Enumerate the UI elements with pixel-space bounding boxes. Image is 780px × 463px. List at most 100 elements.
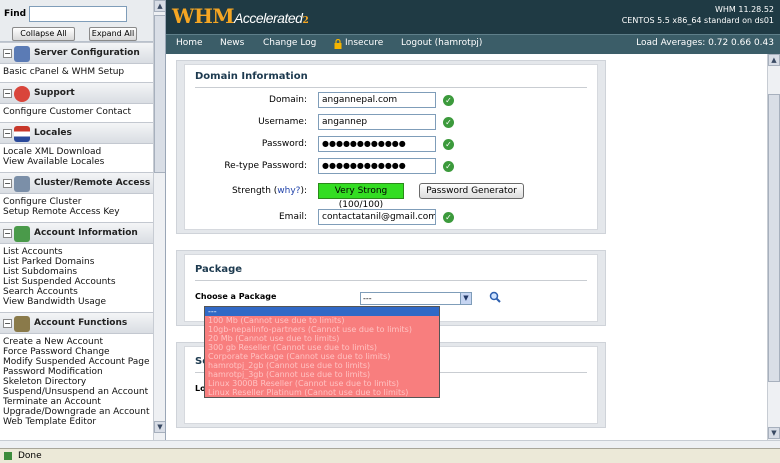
- sidebar-link[interactable]: List Subdomains: [3, 267, 165, 277]
- username-field[interactable]: angannep: [318, 114, 436, 130]
- section-header-account-information[interactable]: − Account Information: [0, 222, 165, 244]
- dropdown-option[interactable]: Linux Reseller Platinum (Cannot use due …: [205, 388, 439, 397]
- sidebar-scrollbar[interactable]: ▲ ▼: [153, 0, 165, 440]
- dropdown-option[interactable]: 300 gb Reseller (Cannot use due to limit…: [205, 343, 439, 352]
- scroll-up-icon[interactable]: ▲: [768, 54, 780, 66]
- nav-insecure[interactable]: Insecure: [345, 38, 383, 48]
- why-link[interactable]: why?: [277, 186, 300, 196]
- domain-label: Domain:: [269, 95, 307, 105]
- strength-text-end: ):: [300, 186, 307, 196]
- horizontal-scrollbar[interactable]: [0, 440, 780, 448]
- dropdown-option[interactable]: 100 Mb (Cannot use due to limits): [205, 316, 439, 325]
- sidebar-link[interactable]: Locale XML Download: [3, 147, 165, 157]
- magnifier-icon[interactable]: [489, 291, 501, 303]
- scroll-down-icon[interactable]: ▼: [768, 427, 780, 439]
- whm-logo[interactable]: WHMAccelerated2: [172, 4, 309, 28]
- section-header-server-configuration[interactable]: − Server Configuration: [0, 42, 165, 64]
- dropdown-option[interactable]: hamrotpj_2gb (Cannot use due to limits): [205, 361, 439, 370]
- find-bar: Find Collapse All Expand All: [0, 0, 165, 42]
- dropdown-option[interactable]: hamrotpj_3gb (Cannot use due to limits): [205, 370, 439, 379]
- password-field[interactable]: ●●●●●●●●●●●●: [318, 136, 436, 152]
- strength-text: Strength (: [231, 186, 278, 196]
- collapse-all-button[interactable]: Collapse All: [12, 27, 75, 41]
- retype-password-field[interactable]: ●●●●●●●●●●●●: [318, 158, 436, 174]
- sidebar-link[interactable]: List Parked Domains: [3, 257, 165, 267]
- main-scrollbar[interactable]: ▲ ▼: [767, 54, 780, 440]
- sidebar-link[interactable]: Skeleton Directory: [3, 377, 165, 387]
- nav-bar: Home News Change Log Insecure Logout (ha…: [166, 34, 780, 54]
- header: WHMAccelerated2 WHM 11.28.52 CENTOS 5.5 …: [166, 0, 780, 34]
- password-generator-button[interactable]: Password Generator: [419, 183, 524, 199]
- section-links: Create a New Account Force Password Chan…: [0, 334, 165, 432]
- nav-news[interactable]: News: [220, 38, 244, 48]
- account-info-icon: [14, 226, 30, 242]
- sidebar-link[interactable]: Suspend/Unsuspend an Account: [3, 387, 165, 397]
- page-done-icon: [4, 452, 12, 460]
- sidebar-link[interactable]: Basic cPanel & WHM Setup: [3, 67, 165, 77]
- strength-label: Strength (why?):: [197, 186, 307, 196]
- scroll-thumb[interactable]: [154, 15, 165, 173]
- username-label: Username:: [258, 117, 307, 127]
- scroll-down-icon[interactable]: ▼: [154, 421, 165, 433]
- sidebar-link[interactable]: Web Template Editor: [3, 417, 165, 427]
- sidebar-link[interactable]: Setup Remote Access Key: [3, 207, 165, 217]
- find-input[interactable]: [29, 6, 127, 22]
- section-links: Basic cPanel & WHM Setup: [0, 64, 165, 82]
- sidebar-link[interactable]: Password Modification: [3, 367, 165, 377]
- dropdown-option[interactable]: 10gb-nepalinfo-partners (Cannot use due …: [205, 325, 439, 334]
- locales-icon: [14, 126, 30, 142]
- sidebar-link[interactable]: Search Accounts: [3, 287, 165, 297]
- sidebar-link[interactable]: List Suspended Accounts: [3, 277, 165, 287]
- sidebar-link[interactable]: Force Password Change: [3, 347, 165, 357]
- section-header-cluster[interactable]: − Cluster/Remote Access: [0, 172, 165, 194]
- sidebar-link[interactable]: View Available Locales: [3, 157, 165, 167]
- section-links: Locale XML Download View Available Local…: [0, 144, 165, 172]
- sidebar-link[interactable]: Configure Customer Contact: [3, 107, 165, 117]
- collapse-icon[interactable]: −: [3, 319, 12, 328]
- divider: [195, 87, 587, 88]
- dropdown-option[interactable]: 20 Mb (Cannot use due to limits): [205, 334, 439, 343]
- cluster-icon: [14, 176, 30, 192]
- divider: [195, 280, 587, 281]
- scroll-thumb[interactable]: [768, 94, 780, 382]
- check-icon: ✓: [443, 161, 454, 172]
- sidebar-link[interactable]: List Accounts: [3, 247, 165, 257]
- section-header-locales[interactable]: − Locales: [0, 122, 165, 144]
- panel-title: Domain Information: [195, 71, 308, 82]
- sidebar-link[interactable]: View Bandwidth Usage: [3, 297, 165, 307]
- section-title: Account Functions: [34, 318, 128, 328]
- scroll-up-icon[interactable]: ▲: [154, 0, 165, 12]
- retype-password-label: Re-type Password:: [224, 161, 307, 171]
- dropdown-option[interactable]: ---: [205, 307, 439, 316]
- dropdown-option[interactable]: Corporate Package (Cannot use due to lim…: [205, 352, 439, 361]
- load-averages: Load Averages: 0.72 0.66 0.43: [636, 38, 774, 48]
- collapse-icon[interactable]: −: [3, 89, 12, 98]
- domain-field[interactable]: angannepal.com: [318, 92, 436, 108]
- sidebar-link[interactable]: Upgrade/Downgrade an Account: [3, 407, 165, 417]
- find-label: Find: [4, 9, 27, 19]
- collapse-icon[interactable]: −: [3, 229, 12, 238]
- dropdown-option[interactable]: Linux 3000B Reseller (Cannot use due to …: [205, 379, 439, 388]
- email-label: Email:: [278, 212, 307, 222]
- nav-logout[interactable]: Logout (hamrotpj): [401, 38, 482, 48]
- sidebar-link[interactable]: Create a New Account: [3, 337, 165, 347]
- server-config-icon: [14, 46, 30, 62]
- nav-changelog[interactable]: Change Log: [263, 38, 316, 48]
- status-text: Done: [18, 451, 42, 461]
- section-header-support[interactable]: − Support: [0, 82, 165, 104]
- nav-home[interactable]: Home: [176, 38, 203, 48]
- account-functions-icon: [14, 316, 30, 332]
- collapse-icon[interactable]: −: [3, 179, 12, 188]
- collapse-icon[interactable]: −: [3, 129, 12, 138]
- chevron-down-icon[interactable]: ▼: [460, 293, 471, 304]
- section-header-account-functions[interactable]: − Account Functions: [0, 312, 165, 334]
- package-dropdown-list[interactable]: --- 100 Mb (Cannot use due to limits) 10…: [204, 306, 440, 398]
- email-field[interactable]: contactatanil@gmail.com: [318, 209, 436, 225]
- section-title: Support: [34, 88, 75, 98]
- sidebar-link[interactable]: Modify Suspended Account Page: [3, 357, 165, 367]
- package-select[interactable]: --- ▼: [360, 292, 472, 305]
- sidebar-link[interactable]: Configure Cluster: [3, 197, 165, 207]
- expand-all-button[interactable]: Expand All: [89, 27, 137, 41]
- sidebar-link[interactable]: Terminate an Account: [3, 397, 165, 407]
- collapse-icon[interactable]: −: [3, 49, 12, 58]
